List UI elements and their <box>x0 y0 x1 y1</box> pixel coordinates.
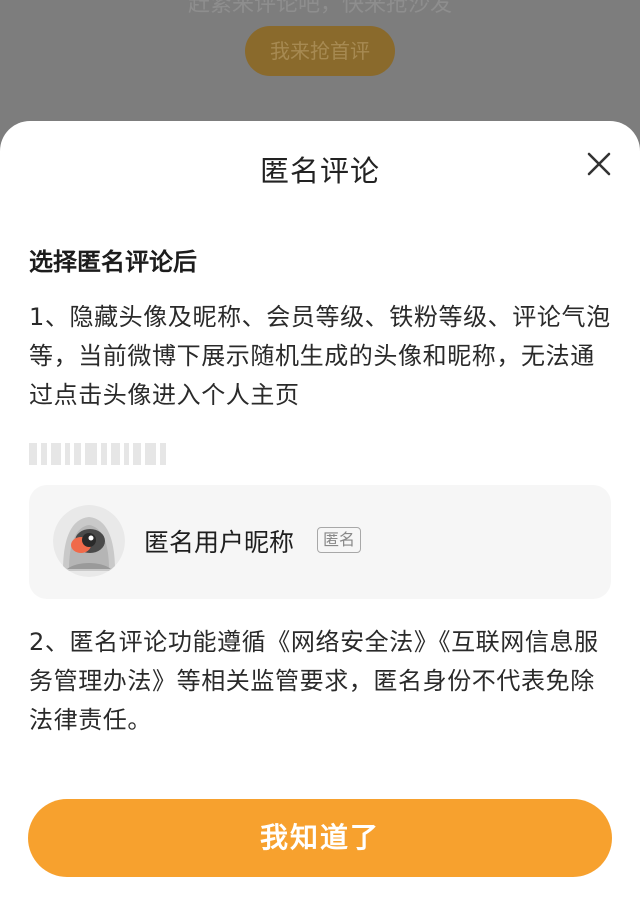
rule-point-2: 2、匿名评论功能遵循《网络安全法》《互联网信息服务管理办法》等相关监管要求，匿名… <box>29 628 599 734</box>
sheet-title: 匿名评论 <box>259 154 380 188</box>
anonymous-comment-sheet: 匿名评论 选择匿名评论后 1、隐藏头像及昵称、会员等级、铁粉等级、评论气泡等，当… <box>0 121 640 909</box>
anonymous-avatar-icon <box>53 505 125 577</box>
anonymous-preview-card: 匿名用户昵称 匿名 <box>29 485 611 599</box>
first-comment-button: 我来抢首评 <box>245 26 395 76</box>
rule-point-1: 1、隐藏头像及昵称、会员等级、铁粉等级、评论气泡等，当前微博下展示随机生成的头像… <box>29 303 611 409</box>
background-hint-text: 赶紧来评论吧，快来抢沙发 <box>187 0 452 17</box>
section-heading: 选择匿名评论后 <box>29 248 197 276</box>
anonymous-tag-badge: 匿名 <box>317 527 362 553</box>
got-it-button[interactable]: 我知道了 <box>28 799 612 877</box>
blurred-text-strip <box>29 443 189 467</box>
close-icon <box>587 152 611 176</box>
close-button[interactable] <box>582 147 616 181</box>
anonymous-nickname: 匿名用户昵称 <box>144 528 295 557</box>
